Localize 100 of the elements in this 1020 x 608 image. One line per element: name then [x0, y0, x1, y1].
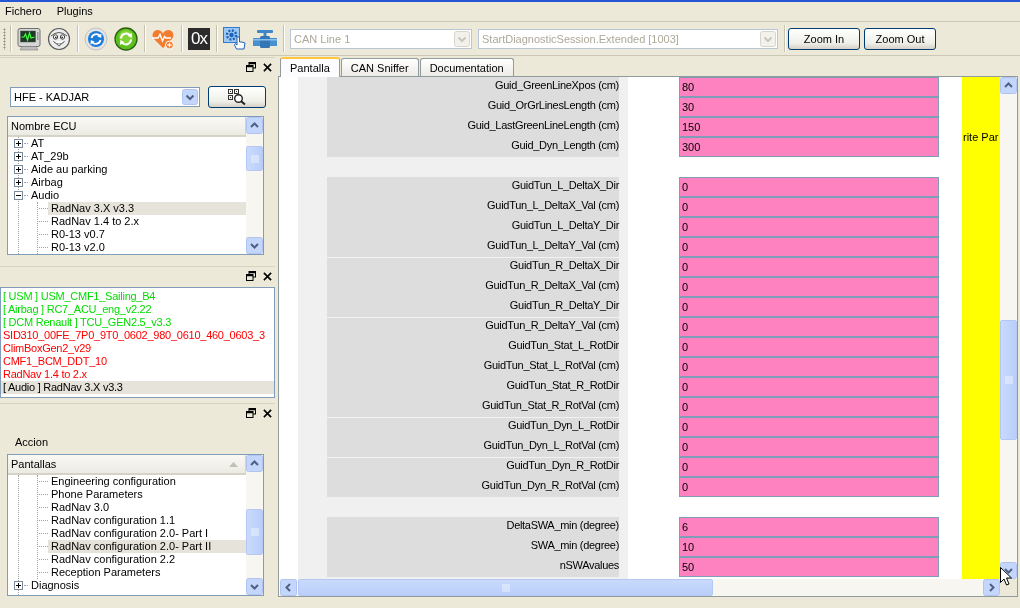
toolbar-button[interactable]: [114, 26, 138, 51]
value-field[interactable]: 30: [679, 97, 939, 117]
scrollbar-thumb[interactable]: [298, 579, 713, 596]
search-button[interactable]: [208, 86, 266, 108]
close-icon[interactable]: [263, 62, 272, 72]
tree-item[interactable]: RadNav configuration 2.0- Part I: [48, 527, 212, 540]
tree-item[interactable]: Audio: [28, 189, 63, 202]
vertical-scrollbar[interactable]: [246, 117, 263, 254]
close-icon[interactable]: [263, 271, 272, 281]
tab[interactable]: Pantalla: [280, 57, 340, 77]
scroll-left-button[interactable]: [280, 579, 297, 596]
tree-item[interactable]: Diagnosis: [28, 579, 83, 592]
tree-item[interactable]: RadNav configuration 2.0- Part II: [48, 540, 246, 553]
tree-item[interactable]: R0-13 v0.7: [48, 228, 108, 241]
parameter-label: GuidTun_L_DeltaX_Val (cm): [487, 198, 619, 212]
tab[interactable]: CAN Sniffer: [340, 58, 419, 76]
zoom-button[interactable]: Zoom In: [788, 27, 860, 50]
toolbar-button[interactable]: [223, 26, 247, 51]
expand-icon[interactable]: [14, 152, 23, 161]
toolbar-grip[interactable]: [3, 27, 6, 50]
value-field[interactable]: 6: [679, 517, 939, 537]
scrollbar-thumb[interactable]: [246, 509, 263, 555]
column-header[interactable]: Pantallas: [8, 455, 246, 475]
list-item[interactable]: RadNav 1.4 to 2.x: [1, 368, 89, 381]
tree-item[interactable]: Airbag: [28, 176, 66, 189]
scroll-up-button[interactable]: [246, 455, 263, 472]
column-header[interactable]: Nombre ECU: [8, 117, 246, 137]
side-button[interactable]: rite Par: [962, 77, 1000, 579]
list-item[interactable]: SID310_00FE_7P0_9T0_0602_980_0610_460_0603_3: [1, 329, 267, 342]
tree-item[interactable]: RadNav 3.X v3.3: [48, 202, 246, 215]
restore-icon[interactable]: [246, 408, 256, 418]
zoom-button[interactable]: Zoom Out: [864, 27, 936, 50]
tree-item[interactable]: Phone Parameters: [48, 488, 146, 501]
restore-icon[interactable]: [246, 62, 256, 72]
scrollbar-thumb[interactable]: [246, 146, 263, 171]
tree-item[interactable]: RadNav configuration 2.2: [48, 553, 179, 566]
tree-item[interactable]: Reception Parameters: [48, 566, 164, 579]
parameter-label: GuidTun_Stat_R_RotVal (cm): [481, 398, 619, 412]
menu-item[interactable]: Plugins: [52, 3, 97, 20]
value-field[interactable]: 10: [679, 537, 939, 557]
tab[interactable]: Documentation: [419, 58, 514, 76]
value-field[interactable]: 150: [679, 117, 939, 137]
parameter-label: GuidTun_Dyn_L_RotVal (cm): [483, 438, 619, 452]
hex-button[interactable]: 0x: [188, 27, 210, 50]
value-field[interactable]: 0: [679, 277, 939, 297]
tree-item[interactable]: Aide au parking: [28, 163, 111, 176]
restore-icon[interactable]: [246, 271, 256, 281]
value-field[interactable]: 0: [679, 237, 939, 257]
value-field[interactable]: 80: [679, 77, 939, 97]
refresh-icon: [84, 26, 108, 51]
tree-item[interactable]: R0-13 v2.0: [48, 241, 108, 254]
horizontal-scrollbar[interactable]: [280, 579, 1000, 596]
value-field[interactable]: 0: [679, 177, 939, 197]
expand-icon[interactable]: [14, 581, 23, 590]
value-field[interactable]: 0: [679, 337, 939, 357]
tree-item[interactable]: RadNav configuration 1.1: [48, 514, 179, 527]
value-field[interactable]: 0: [679, 257, 939, 277]
vehicle-dropdown[interactable]: HFE - KADJAR: [10, 87, 200, 107]
value-field[interactable]: 0: [679, 317, 939, 337]
scroll-right-button[interactable]: [983, 579, 1000, 596]
value-field[interactable]: 0: [679, 297, 939, 317]
menu-item[interactable]: Fichero: [1, 3, 46, 20]
tree-item[interactable]: RadNav 1.4 to 2.x: [48, 215, 143, 228]
list-item[interactable]: ClimBoxGen2_v29: [1, 342, 93, 355]
value-field[interactable]: 0: [679, 437, 939, 457]
value-field[interactable]: 0: [679, 397, 939, 417]
value-field[interactable]: 0: [679, 357, 939, 377]
tree-item[interactable]: AT: [28, 137, 48, 150]
list-item[interactable]: CMF1_BCM_DDT_10: [1, 355, 109, 368]
vertical-scrollbar[interactable]: [246, 455, 263, 595]
parameter-label: GuidTun_L_DeltaX_Dir: [511, 178, 619, 192]
expand-icon[interactable]: [14, 165, 23, 174]
caret-icon: [182, 89, 198, 105]
value-field[interactable]: 0: [679, 217, 939, 237]
parameter-label: DeltaSWA_min (degree): [506, 518, 619, 532]
expand-icon[interactable]: [14, 178, 23, 187]
scroll-up-button[interactable]: [246, 117, 263, 134]
parameter-label: GuidTun_Stat_L_RotDir: [508, 338, 619, 352]
value-field[interactable]: 0: [679, 417, 939, 437]
value-field[interactable]: 300: [679, 137, 939, 157]
value-field[interactable]: 0: [679, 197, 939, 217]
value-field[interactable]: 0: [679, 377, 939, 397]
tree-item[interactable]: RadNav 3.0: [48, 501, 113, 514]
value-field[interactable]: 0: [679, 457, 939, 477]
close-icon[interactable]: [263, 408, 272, 418]
tree-item[interactable]: AT_29b: [28, 150, 72, 163]
vertical-scrollbar[interactable]: [1000, 77, 1017, 579]
toolbar-button[interactable]: [84, 26, 108, 51]
tree-item[interactable]: Engineering configuration: [48, 475, 179, 488]
toolbar-button[interactable]: [17, 26, 41, 51]
expand-icon[interactable]: [14, 139, 23, 148]
value-field[interactable]: 50: [679, 557, 939, 577]
monitor-icon: [17, 26, 41, 51]
list-item[interactable]: [ Audio ] RadNav 3.X v3.3: [1, 381, 274, 394]
scrollbar-thumb[interactable]: [1000, 320, 1017, 440]
collapse-icon[interactable]: [14, 191, 23, 200]
value-field[interactable]: 0: [679, 477, 939, 497]
parameter-label: GuidTun_Dyn_L_RotDir: [508, 418, 619, 432]
scroll-up-button[interactable]: [1000, 77, 1017, 94]
toolbar-button[interactable]: [47, 26, 71, 51]
